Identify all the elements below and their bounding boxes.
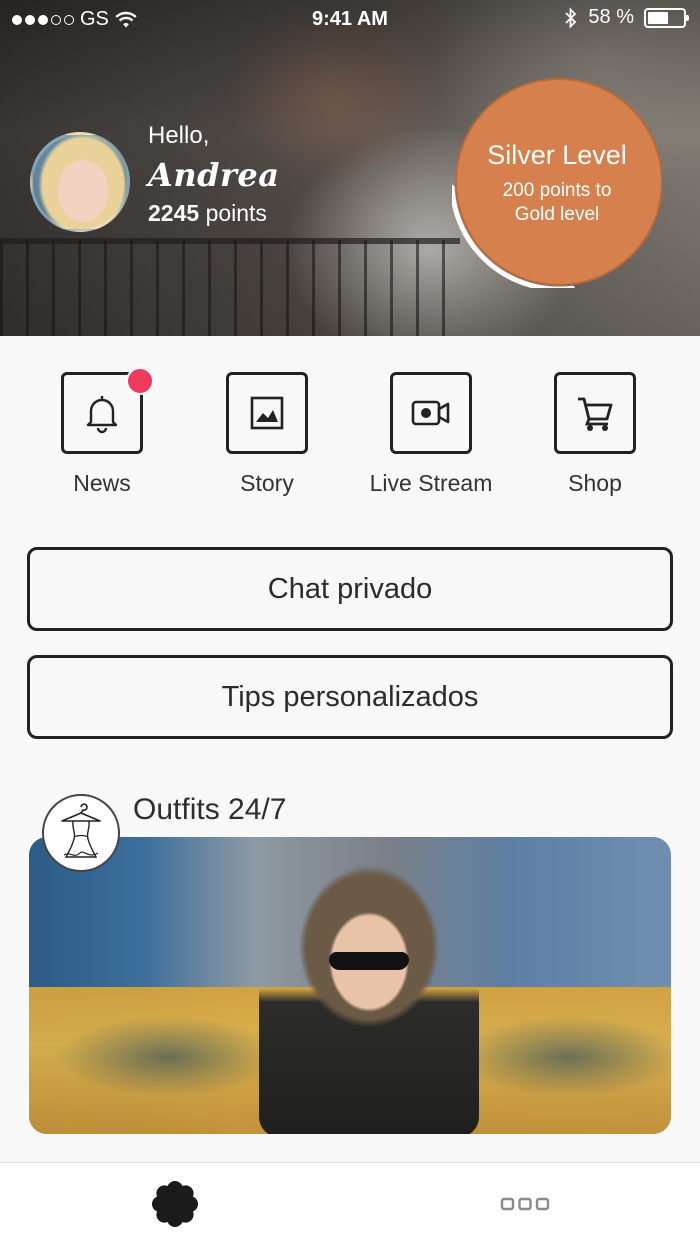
live-stream-button[interactable] — [390, 372, 472, 454]
tab-more[interactable] — [350, 1163, 700, 1244]
story-button[interactable] — [226, 372, 308, 454]
points-unit: points — [205, 200, 267, 226]
sunglasses — [329, 952, 409, 970]
quick-actions: News Story Live Stream Shop — [0, 367, 700, 502]
avatar[interactable] — [30, 132, 130, 232]
level-badge[interactable]: Silver Level 200 points to Gold level — [452, 78, 662, 288]
shop-button[interactable] — [554, 372, 636, 454]
more-icon — [500, 1197, 550, 1211]
user-name: Andrea — [148, 156, 280, 194]
tips-personalizados-button[interactable]: Tips personalizados — [27, 655, 673, 739]
story-label: Story — [240, 470, 294, 496]
asterisk-flower-icon — [152, 1181, 198, 1227]
status-bar: GS 9:41 AM 58 % — [0, 0, 700, 40]
model-figure — [259, 867, 479, 1134]
battery-percent: 58 % — [588, 6, 634, 28]
notification-badge — [126, 367, 154, 395]
level-title: Silver Level — [487, 139, 627, 170]
outfits-card-image[interactable] — [29, 837, 671, 1134]
shop-label: Shop — [568, 470, 622, 496]
battery-icon — [644, 7, 689, 28]
shopping-cart-icon — [578, 397, 613, 431]
dress-hanger-icon — [42, 794, 120, 872]
story-action[interactable]: Story — [187, 372, 347, 497]
tab-home[interactable] — [0, 1163, 350, 1244]
bell-icon — [86, 396, 118, 434]
bluetooth-icon — [565, 6, 577, 29]
video-camera-icon — [411, 400, 450, 426]
hero-banner: GS 9:41 AM 58 % Hello, Andrea 2245 point… — [0, 0, 700, 336]
chat-privado-button[interactable]: Chat privado — [27, 547, 673, 631]
greeting-block: Hello, Andrea 2245 points — [148, 122, 279, 227]
outfits-title: Outfits 24/7 — [133, 793, 287, 826]
tab-bar — [0, 1162, 700, 1244]
points-value: 2245 — [148, 200, 200, 226]
shop-action[interactable]: Shop — [515, 372, 675, 497]
image-icon — [250, 396, 284, 430]
points-text: 2245 points — [148, 200, 279, 227]
greeting-text: Hello, — [148, 122, 210, 149]
news-button[interactable] — [61, 367, 154, 454]
news-action[interactable]: News — [22, 367, 182, 497]
level-subtitle: 200 points to Gold level — [502, 179, 612, 225]
live-stream-action[interactable]: Live Stream — [351, 372, 511, 497]
live-stream-label: Live Stream — [369, 470, 493, 496]
news-label: News — [73, 470, 131, 496]
